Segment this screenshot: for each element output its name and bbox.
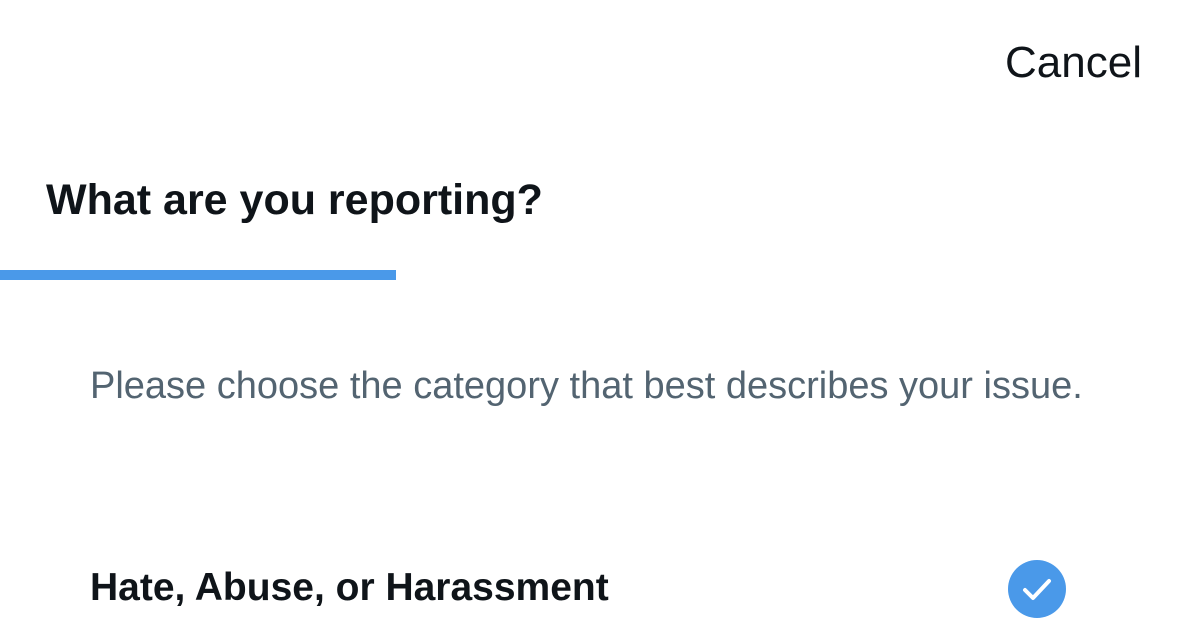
instructions-text: Please choose the category that best des… (90, 365, 1083, 407)
checkmark-circle-icon[interactable] (1008, 560, 1066, 618)
progress-bar (0, 270, 1200, 280)
progress-bar-fill (0, 270, 396, 280)
report-option-hate-abuse-harassment[interactable]: Hate, Abuse, or Harassment (0, 556, 1200, 626)
cancel-button[interactable]: Cancel (1005, 36, 1142, 90)
report-option-label: Hate, Abuse, or Harassment (90, 566, 609, 609)
page-title: What are you reporting? (46, 176, 543, 224)
